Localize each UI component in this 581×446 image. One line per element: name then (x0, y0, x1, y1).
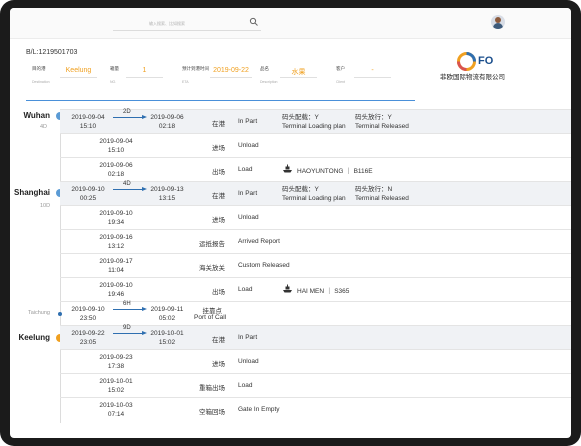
from-time: 2019-09-22 23:05 (71, 330, 105, 346)
table-row[interactable]: 2019-10-01 15:02 重箱出场 Load (60, 373, 571, 397)
status-en: In Part (238, 118, 258, 125)
logo-text: FO (478, 55, 494, 67)
table-row[interactable]: 2019-09-10 23:50 6H 2019-09-11 05:02 挂靠点… (60, 301, 571, 325)
search-placeholder: 输入搜索、比如搜索 (149, 21, 185, 26)
from-time: 2019-09-10 23:50 (71, 306, 105, 322)
status-en: Arrived Report (238, 238, 280, 245)
terminal-loading-label: 码头配载：Y (282, 186, 319, 193)
status-cn: 在港 (212, 337, 225, 344)
status-en: In Part (238, 190, 258, 197)
duration-arrow: 6H (113, 301, 147, 311)
status-en: Custom Released (238, 262, 290, 269)
status-cn: 在港 (212, 121, 225, 128)
table-row[interactable]: 2019-09-10 19:46 出场 Load HAI MEN ｜ S365 (60, 277, 571, 301)
status-cn: 出场 (212, 289, 225, 296)
duration-arrow: 2D (113, 109, 147, 119)
event-time: 2019-09-10 19:46 (99, 282, 133, 298)
field-quantity: 箱量 NO. 1 (110, 66, 163, 92)
terminal-release-en: Terminal Released (355, 195, 409, 202)
search-icon[interactable] (249, 17, 259, 27)
status-en: Unload (238, 214, 259, 221)
status-cn: 出场 (212, 169, 225, 176)
field-destination: 目的港 Destination Keelung (32, 66, 97, 92)
table-row[interactable]: 2019-09-10 00:25 4D 2019-09-13 13:15 在港 … (60, 181, 571, 205)
field-description: 品名 Description 水果 (260, 66, 317, 92)
table-row[interactable]: 2019-09-16 13:12 运抵报告 Arrived Report (60, 229, 571, 253)
ship-icon (283, 164, 292, 173)
status-cn: 在港 (212, 193, 225, 200)
avatar[interactable] (491, 15, 505, 29)
divider (26, 100, 415, 101)
event-time: 2019-09-17 11:04 (99, 258, 133, 274)
terminal-release-label: 码头放行：Y (355, 114, 392, 121)
company-name: 菲欧国际物流有限公司 (440, 74, 505, 81)
terminal-loading-en: Terminal Loading plan (282, 123, 346, 130)
status-cn: 进场 (212, 361, 225, 368)
port-shanghai: Shanghai (13, 188, 50, 197)
port-keelung: Keelung (18, 333, 50, 342)
status-cn: 进场 (212, 145, 225, 152)
terminal-loading-en: Terminal Loading plan (282, 195, 346, 202)
bl-number: B/L:1219501703 (26, 49, 78, 56)
logo-icon (457, 52, 476, 71)
device-frame: 输入搜索、比如搜索 B/L:1219501703 目的港 Destination… (0, 0, 581, 446)
event-time: 2019-09-06 02:18 (99, 162, 133, 178)
terminal-release-label: 码头放行：N (355, 186, 393, 193)
duration-arrow: 9D (113, 325, 147, 335)
field-eta: 预计到港时间 ETA 2019-09-22 (182, 66, 252, 92)
status-en: Load (238, 382, 253, 389)
table-row[interactable]: 2019-09-22 23:05 9D 2019-10-01 15:02 在港 … (60, 325, 571, 349)
status-en: Load (238, 166, 253, 173)
table-row[interactable]: 2019-10-03 07:14 空箱回场 Gate In Empty (60, 397, 571, 421)
duration-arrow: 4D (113, 181, 147, 191)
terminal-loading-label: 码头配载：Y (282, 114, 319, 121)
table-row[interactable]: 2019-09-06 02:18 出场 Load HAOYUNTONG ｜ B1… (60, 157, 571, 181)
event-time: 2019-09-23 17:38 (99, 354, 133, 370)
terminal-release-en: Terminal Released (355, 123, 409, 130)
status-cn: 空箱回场 (199, 409, 225, 416)
from-time: 2019-09-10 00:25 (71, 186, 105, 202)
port-days: 4D (40, 124, 48, 130)
status-en: Port of Call (194, 314, 227, 321)
table-row[interactable]: 2019-09-10 19:34 进场 Unload (60, 205, 571, 229)
status-cn: 运抵报告 (199, 241, 225, 248)
status-en: Unload (238, 142, 259, 149)
table-row[interactable]: 2019-09-23 17:38 进场 Unload (60, 349, 571, 373)
ship-icon (283, 284, 292, 293)
search-input[interactable]: 输入搜索、比如搜索 (113, 17, 261, 31)
status-en: Load (238, 286, 253, 293)
company-logo: FO 菲欧国际物流有限公司 (440, 52, 530, 88)
event-time: 2019-09-04 15:10 (99, 138, 133, 154)
status-en: Gate In Empty (238, 406, 280, 413)
shipment-fields: 目的港 Destination Keelung 箱量 NO. 1 预计到港时间 … (10, 66, 430, 94)
port-days: 10D (40, 203, 51, 209)
event-time: 2019-10-03 07:14 (99, 402, 133, 418)
status-en: Unload (238, 358, 259, 365)
table-row[interactable]: 2019-09-17 11:04 海关放关 Custom Released (60, 253, 571, 277)
vessel-name: HAOYUNTONG ｜ B116E (297, 168, 373, 175)
top-bar: 输入搜索、比如搜索 (10, 8, 571, 39)
table-row[interactable]: 2019-09-04 15:10 进场 Unload (60, 133, 571, 157)
field-client: 客户 Client - (336, 66, 391, 92)
status-en: In Part (238, 334, 258, 341)
status-cn: 海关放关 (199, 265, 225, 272)
port-taichung: Taichung (27, 310, 50, 316)
screen: 输入搜索、比如搜索 B/L:1219501703 目的港 Destination… (10, 8, 571, 438)
event-time: 2019-09-16 13:12 (99, 234, 133, 250)
port-wuhan: Wuhan (23, 111, 50, 120)
status-cn: 重箱出场 (199, 385, 225, 392)
status-cn: 进场 (212, 217, 225, 224)
from-time: 2019-09-04 15:10 (71, 114, 105, 130)
event-time: 2019-10-01 15:02 (99, 378, 133, 394)
table-row[interactable]: 2019-09-04 15:10 2D 2019-09-06 02:18 在港 … (60, 109, 571, 133)
vessel-name: HAI MEN ｜ S365 (297, 288, 350, 295)
event-time: 2019-09-10 19:34 (99, 210, 133, 226)
